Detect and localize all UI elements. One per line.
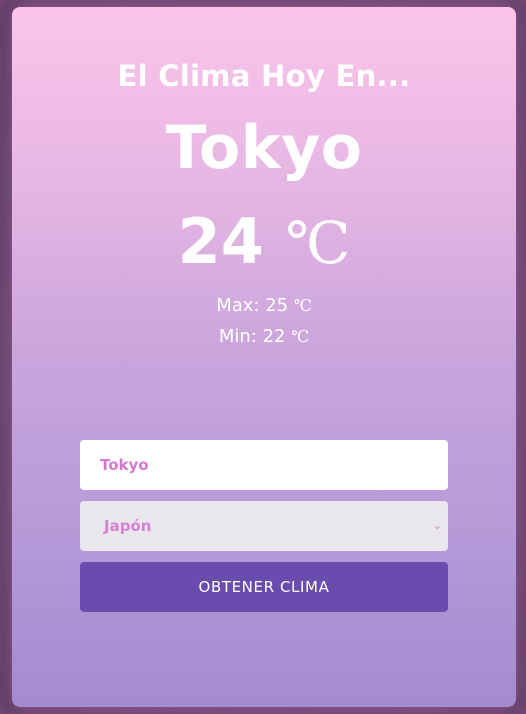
page-title: El Clima Hoy En... — [117, 59, 411, 93]
min-unit: ℃ — [291, 327, 310, 346]
get-weather-button[interactable]: OBTENER CLIMA — [80, 562, 448, 612]
city-input[interactable]: Tokyo — [80, 440, 448, 490]
country-selected-value: Japón — [104, 517, 152, 535]
temperature-unit: ℃ — [285, 209, 351, 277]
max-label: Max: 25 — [216, 295, 289, 316]
temperature-value: 24 — [177, 205, 264, 278]
max-unit: ℃ — [293, 296, 312, 315]
chevron-down-icon: ⌄ — [432, 519, 442, 532]
city-input-value: Tokyo — [100, 456, 149, 474]
current-temperature: 24 ℃ — [12, 205, 516, 278]
weather-card: El Clima Hoy En... Tokyo 24 ℃ Max: 25 ℃ … — [12, 7, 516, 707]
min-label: Min: 22 — [218, 326, 286, 347]
max-temperature: Max: 25 ℃ — [12, 295, 516, 316]
city-name: Tokyo — [165, 113, 363, 183]
country-select[interactable]: Japón ⌄ — [80, 501, 448, 551]
weather-form: Tokyo Japón ⌄ OBTENER CLIMA — [80, 440, 448, 623]
min-temperature: Min: 22 ℃ — [12, 326, 516, 347]
